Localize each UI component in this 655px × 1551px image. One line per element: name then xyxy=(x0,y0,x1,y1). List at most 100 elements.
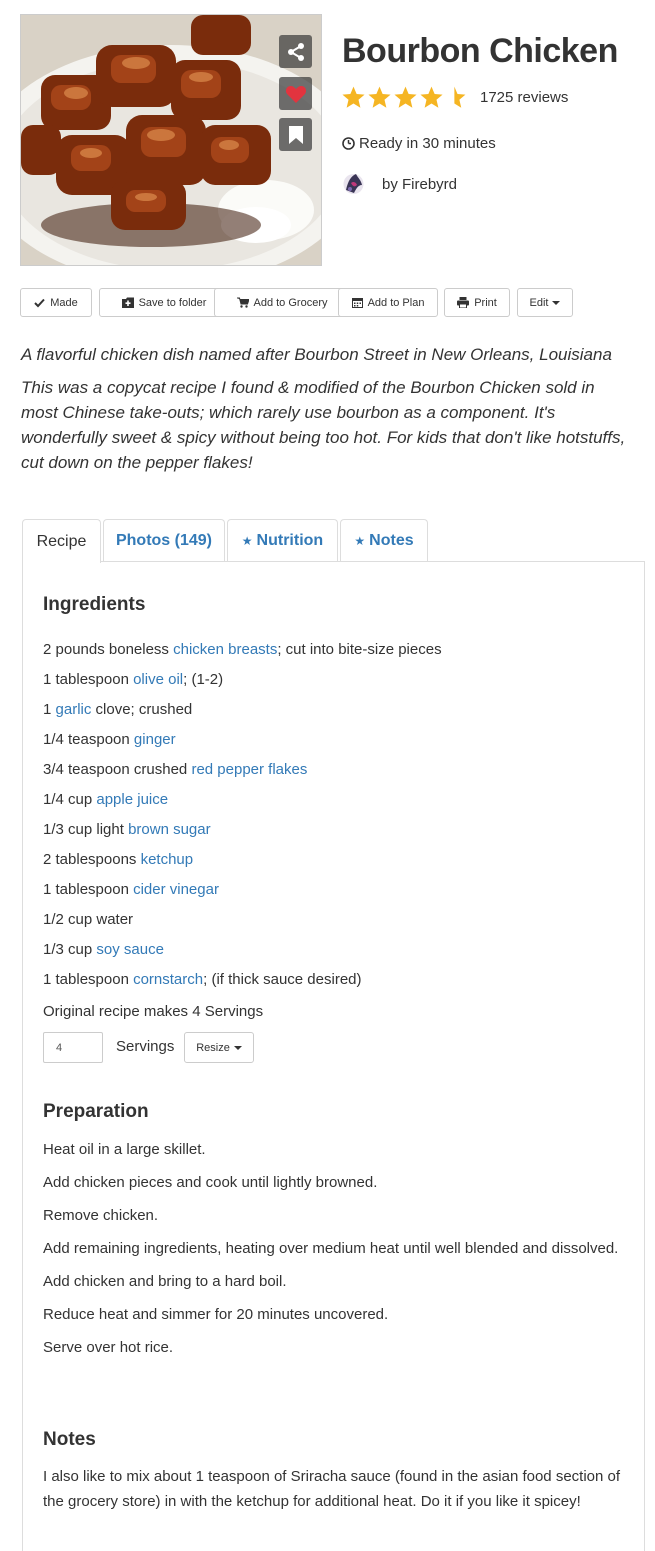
ingredient-item: 1 tablespoon cornstarch; (if thick sauce… xyxy=(43,969,442,999)
heart-icon xyxy=(285,85,306,103)
made-button[interactable]: Made xyxy=(20,288,92,317)
preparation-step: Add chicken pieces and cook until lightl… xyxy=(43,1174,378,1191)
preparation-steps: Heat oil in a large skillet. Add chicken … xyxy=(43,1137,623,1368)
ingredient-item: 1 tablespoon cider vinegar xyxy=(43,879,442,909)
ingredient-quantity: 2 pounds boneless xyxy=(43,641,174,658)
ingredient-quantity: 1 tablespoon xyxy=(43,881,134,898)
check-icon xyxy=(34,298,45,307)
tab-recipe[interactable]: Recipe xyxy=(22,519,101,563)
ingredient-link[interactable]: red pepper flakes xyxy=(191,761,307,778)
share-button[interactable] xyxy=(279,35,312,68)
ingredient-note: clove; crushed xyxy=(91,701,193,718)
ingredient-link[interactable]: ginger xyxy=(134,731,176,748)
ingredient-link[interactable]: ketchup xyxy=(141,851,194,868)
edit-dropdown[interactable]: Edit xyxy=(517,288,573,317)
share-icon xyxy=(287,42,304,61)
ingredient-link[interactable]: soy sauce xyxy=(96,941,164,958)
ingredient-link[interactable]: apple juice xyxy=(96,791,168,808)
original-servings: Original recipe makes 4 Servings xyxy=(43,1003,264,1020)
star-half-icon xyxy=(454,86,466,108)
tab-nutrition-label: Nutrition xyxy=(256,532,324,549)
recipe-photo[interactable] xyxy=(20,14,322,266)
resize-label: Resize xyxy=(196,1041,230,1054)
favorite-button[interactable] xyxy=(279,77,312,110)
ingredient-link[interactable]: garlic xyxy=(56,701,92,718)
ingredient-quantity: 1/4 cup xyxy=(43,791,97,808)
clock-icon xyxy=(342,137,355,150)
ingredient-link[interactable]: olive oil xyxy=(133,671,183,688)
ingredient-item: 1 garlic clove; crushed xyxy=(43,699,442,729)
ingredient-item: 1/3 cup soy sauce xyxy=(43,939,442,969)
tab-notes-label: Notes xyxy=(369,532,414,549)
resize-button[interactable]: Resize xyxy=(184,1032,254,1063)
rating[interactable]: 1725 reviews xyxy=(341,85,568,110)
author-name[interactable]: by Firebyrd xyxy=(382,176,457,193)
caret-down-icon xyxy=(552,300,561,305)
ingredient-quantity: 2 tablespoons xyxy=(43,851,141,868)
ingredient-note: ; cut into bite-size pieces xyxy=(277,641,442,658)
servings-input[interactable] xyxy=(43,1032,103,1063)
add-to-plan-label: Add to Plan xyxy=(367,296,425,309)
ingredient-link[interactable]: cider vinegar xyxy=(133,881,219,898)
star-rating xyxy=(341,85,471,110)
ingredient-item: 2 tablespoons ketchup xyxy=(43,849,442,879)
edit-label: Edit xyxy=(529,296,549,309)
tab-photos-label: Photos (149) xyxy=(115,532,212,549)
ingredient-item: 1 tablespoon olive oil; (1-2) xyxy=(43,669,442,699)
ingredient-quantity: 3/4 teaspoon crushed xyxy=(43,761,192,778)
servings-label: Servings xyxy=(116,1038,175,1055)
ingredient-quantity: 1/2 cup water xyxy=(43,911,134,928)
notes-text: I also like to mix about 1 teaspoon of S… xyxy=(43,1468,621,1510)
star-icon: ★ xyxy=(241,534,253,548)
ingredient-note: ; (if thick sauce desired) xyxy=(203,971,362,988)
bourbon-chicken-image xyxy=(21,15,321,265)
add-to-grocery-button[interactable]: Add to Grocery xyxy=(214,288,350,317)
ingredient-quantity: 1/3 cup xyxy=(43,941,97,958)
cart-icon xyxy=(236,297,249,308)
notes-heading: Notes xyxy=(43,1429,96,1450)
author[interactable]: by Firebyrd xyxy=(342,171,457,197)
recipe-summary: A flavorful chicken dish named after Bou… xyxy=(21,345,612,364)
star-full-icon xyxy=(394,86,417,108)
ingredient-item: 1/3 cup light brown sugar xyxy=(43,819,442,849)
preparation-step: Reduce heat and simmer for 20 minutes un… xyxy=(43,1306,389,1323)
ready-text: Ready in 30 minutes xyxy=(359,135,496,152)
print-icon xyxy=(457,297,470,308)
avatar[interactable] xyxy=(342,171,365,197)
recipe-title: Bourbon Chicken xyxy=(342,32,618,70)
tab-notes[interactable]: ★ Notes xyxy=(340,519,428,562)
ingredient-note: ; (1-2) xyxy=(183,671,224,688)
calendar-icon xyxy=(351,298,363,308)
preparation-step: Heat oil in a large skillet. xyxy=(43,1141,206,1158)
ingredient-quantity: 1 tablespoon xyxy=(43,971,134,988)
ingredient-item: 3/4 teaspoon crushed red pepper flakes xyxy=(43,759,442,789)
tab-recipe-label: Recipe xyxy=(36,532,87,550)
ingredient-item: 1/2 cup water xyxy=(43,909,442,939)
ingredient-quantity: 1/4 teaspoon xyxy=(43,731,134,748)
tab-photos[interactable]: Photos (149) xyxy=(103,519,225,562)
ingredient-link[interactable]: brown sugar xyxy=(128,821,211,838)
add-to-plan-button[interactable]: Add to Plan xyxy=(338,288,438,317)
ingredient-link[interactable]: chicken breasts xyxy=(173,641,277,658)
preparation-step: Remove chicken. xyxy=(43,1207,159,1224)
star-full-icon xyxy=(368,86,391,108)
tab-nutrition[interactable]: ★ Nutrition xyxy=(227,519,338,562)
preparation-step: Serve over hot rice. xyxy=(43,1339,174,1356)
ingredient-list: 2 pounds boneless chicken breasts; cut i… xyxy=(43,639,442,999)
add-to-grocery-label: Add to Grocery xyxy=(253,296,328,309)
folder-add-icon xyxy=(121,297,134,308)
print-label: Print xyxy=(474,296,497,309)
ingredient-item: 2 pounds boneless chicken breasts; cut i… xyxy=(43,639,442,669)
reviews-count[interactable]: 1725 reviews xyxy=(480,89,568,106)
star-full-icon xyxy=(342,86,365,108)
made-label: Made xyxy=(50,296,78,309)
bookmark-button[interactable] xyxy=(279,118,312,151)
recipe-description: This was a copycat recipe I found & modi… xyxy=(21,378,626,472)
ingredient-quantity: 1/3 cup light xyxy=(43,821,129,838)
preparation-step: Add remaining ingredients, heating over … xyxy=(43,1240,619,1257)
print-button[interactable]: Print xyxy=(444,288,510,317)
ingredient-link[interactable]: cornstarch xyxy=(133,971,203,988)
save-to-folder-button[interactable]: Save to folder xyxy=(99,288,229,317)
bookmark-icon xyxy=(288,125,303,144)
ingredient-item: 1/4 teaspoon ginger xyxy=(43,729,442,759)
